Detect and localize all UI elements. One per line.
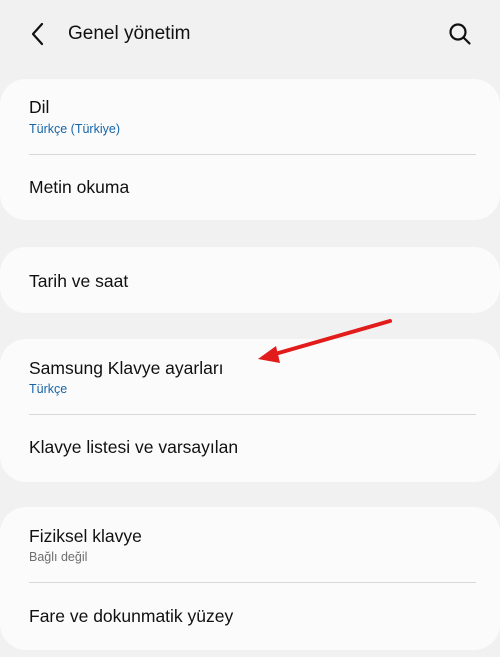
chevron-left-icon [31,22,44,46]
list-item-subtitle: Bağlı değil [29,550,88,564]
settings-group-keyboard: Samsung Klavye ayarları Türkçe Klavye li… [0,339,500,482]
list-item-subtitle: Türkçe [29,382,68,396]
settings-group-input-devices: Fiziksel klavye Bağlı değil Fare ve doku… [0,507,500,650]
settings-group-date-time: Tarih ve saat [0,247,500,313]
app-header: Genel yönetim [0,0,500,72]
list-item-label: Fare ve dokunmatik yüzey [29,606,234,626]
list-item-text-to-speech[interactable]: Metin okuma [0,155,500,220]
search-button[interactable] [444,18,476,50]
list-item-keyboard-list-default[interactable]: Klavye listesi ve varsayılan [0,415,500,482]
back-button[interactable] [22,18,54,50]
list-item-label: Metin okuma [29,177,130,197]
list-item-label: Klavye listesi ve varsayılan [29,437,239,457]
list-item-language[interactable]: Dil Türkçe (Türkiye) [0,79,500,154]
list-item-date-time[interactable]: Tarih ve saat [0,247,500,313]
list-item-physical-keyboard[interactable]: Fiziksel klavye Bağlı değil [0,507,500,582]
list-item-label: Fiziksel klavye [29,526,142,546]
settings-group-language: Dil Türkçe (Türkiye) Metin okuma [0,79,500,220]
list-item-mouse-touchpad[interactable]: Fare ve dokunmatik yüzey [0,583,500,650]
search-icon [449,23,471,45]
page-title: Genel yönetim [68,23,191,44]
list-item-label: Samsung Klavye ayarları [29,358,224,378]
list-item-label: Tarih ve saat [29,271,129,291]
list-item-label: Dil [29,97,50,117]
list-item-samsung-keyboard-settings[interactable]: Samsung Klavye ayarları Türkçe [0,339,500,414]
list-item-subtitle: Türkçe (Türkiye) [29,122,120,136]
